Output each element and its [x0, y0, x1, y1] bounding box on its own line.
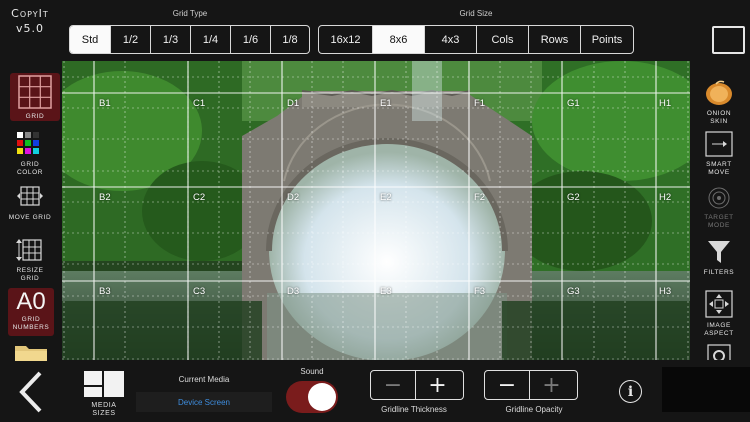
grid-cell-label: E2	[380, 192, 392, 203]
grid-size-control: 16x12 8x6 4x3 Cols Rows Points	[318, 25, 634, 54]
media-sizes-label: Media Sizes	[91, 402, 117, 417]
chevron-left-icon	[19, 371, 42, 413]
resize-grid-tool[interactable]: Resize Grid	[5, 237, 55, 283]
preview-box	[662, 367, 750, 412]
media-sizes-button[interactable]: Media Sizes	[80, 370, 128, 418]
sound-label: Sound	[300, 367, 324, 376]
app-logo: CopyIt v5.0	[4, 6, 56, 36]
grid-cell-label: F2	[474, 192, 486, 203]
onion-skin-icon	[706, 80, 732, 105]
grid-size-option[interactable]: Cols	[476, 26, 528, 53]
grid-cell-label: E3	[380, 286, 392, 297]
gridline-thickness-stepper: − +	[370, 370, 464, 400]
grid-numbers-tool[interactable]: A0 Grid Numbers	[8, 288, 54, 336]
gridline-opacity-stepper: − +	[484, 370, 578, 400]
grid-color-tool[interactable]: Grid Color	[5, 131, 55, 176]
smart-move-label: Smart Move	[706, 161, 732, 176]
image-aspect-icon	[705, 290, 733, 318]
move-grid-tool[interactable]: Move Grid	[5, 184, 55, 228]
media-sizes-icon	[84, 371, 124, 397]
reference-photo[interactable]: B1 C1 D1 E1 F1 G1 H1 B2 C2 D2 E2 F2 G2 H2 B3 C3 D3 E3 F3 G3…	[62, 61, 690, 360]
open-folder-button[interactable]	[13, 343, 49, 361]
grid-cell-label: H3	[659, 286, 672, 297]
grid-type-option[interactable]: Std	[70, 26, 110, 53]
grid-tool-label: Grid	[25, 113, 45, 120]
opacity-increase-button[interactable]: +	[529, 371, 573, 399]
grid-tool[interactable]: Grid	[10, 73, 60, 121]
current-media-label: Current Media	[178, 375, 230, 384]
grid-cell-label: E1	[380, 98, 392, 109]
grid-cell-label: G2	[567, 192, 580, 203]
info-button[interactable]: i	[619, 380, 642, 403]
grid-size-option[interactable]: 4x3	[424, 26, 476, 53]
color-palette-icon	[17, 132, 39, 154]
grid-cell-label: D2	[287, 192, 300, 203]
grid-type-option[interactable]: 1/6	[230, 26, 270, 53]
back-button[interactable]	[14, 370, 46, 414]
resize-grid-icon	[16, 239, 42, 261]
thickness-decrease-button[interactable]: −	[371, 371, 415, 399]
gridline-thickness-label: Gridline Thickness	[381, 405, 447, 414]
grid-cell-label: B3	[99, 286, 111, 297]
grid-cell-label: C3	[193, 286, 206, 297]
grid-size-option[interactable]: Points	[580, 26, 633, 53]
move-grid-icon	[17, 186, 43, 206]
onion-skin-label: Onion Skin	[706, 110, 732, 125]
grid-numbers-icon: A0	[16, 288, 46, 315]
grid-color-tool-label: Grid Color	[16, 161, 44, 176]
gridline-opacity-label: Gridline Opacity	[505, 405, 563, 414]
image-aspect-tool[interactable]: Image Aspect	[697, 290, 741, 338]
resize-grid-tool-label: Resize Grid	[16, 267, 44, 282]
filters-label: Filters	[703, 269, 735, 276]
target-mode-tool[interactable]: Target Mode	[697, 186, 741, 230]
sound-toggle-knob	[308, 383, 336, 411]
grid-type-option[interactable]: 1/8	[270, 26, 309, 53]
grid-icon	[18, 75, 52, 109]
grid-cell-label: D3	[287, 286, 300, 297]
grid-cell-label: C2	[193, 192, 206, 203]
grid-numbers-tool-label: Grid Numbers	[12, 316, 50, 331]
smart-move-icon	[705, 131, 733, 157]
target-mode-label: Target Mode	[704, 214, 734, 229]
grid-cell-label: F1	[474, 98, 486, 109]
filters-tool[interactable]: Filters	[697, 239, 741, 277]
sound-toggle[interactable]	[286, 381, 338, 413]
funnel-icon	[708, 241, 730, 263]
grid-type-option[interactable]: 1/3	[150, 26, 190, 53]
fullscreen-button[interactable]	[712, 26, 745, 54]
current-media-value[interactable]: Device Screen	[136, 392, 272, 412]
grid-cell-label: G3	[567, 286, 580, 297]
app-version: v5.0	[15, 22, 44, 35]
image-aspect-label: Image Aspect	[704, 322, 734, 337]
folder-icon	[15, 346, 47, 361]
grid-size-option[interactable]: 8x6	[372, 26, 424, 53]
grid-cell-label: F3	[474, 286, 486, 297]
thickness-increase-button[interactable]: +	[415, 371, 459, 399]
grid-type-option[interactable]: 1/2	[110, 26, 150, 53]
settings-icon	[707, 344, 731, 360]
grid-cell-label: C1	[193, 98, 206, 109]
grid-overlay	[62, 61, 690, 360]
target-icon	[708, 187, 730, 209]
settings-tool[interactable]	[697, 344, 741, 360]
grid-cell-label: B1	[99, 98, 111, 109]
opacity-decrease-button[interactable]: −	[485, 371, 529, 399]
grid-type-title: Grid Type	[172, 9, 208, 18]
move-grid-tool-label: Move Grid	[8, 214, 52, 221]
smart-move-tool[interactable]: Smart Move	[697, 131, 741, 177]
onion-skin-tool[interactable]: Onion Skin	[697, 80, 741, 126]
grid-type-option[interactable]: 1/4	[190, 26, 230, 53]
grid-cell-label: G1	[567, 98, 580, 109]
grid-cell-label: D1	[287, 98, 300, 109]
grid-cell-label: B2	[99, 192, 111, 203]
grid-size-option[interactable]: 16x12	[319, 26, 372, 53]
app-name: CopyIt	[11, 7, 49, 20]
grid-cell-label: H2	[659, 192, 672, 203]
grid-size-option[interactable]: Rows	[528, 26, 580, 53]
grid-size-title: Grid Size	[459, 9, 493, 18]
grid-type-control: Std 1/2 1/3 1/4 1/6 1/8	[69, 25, 310, 54]
grid-cell-label: H1	[659, 98, 672, 109]
